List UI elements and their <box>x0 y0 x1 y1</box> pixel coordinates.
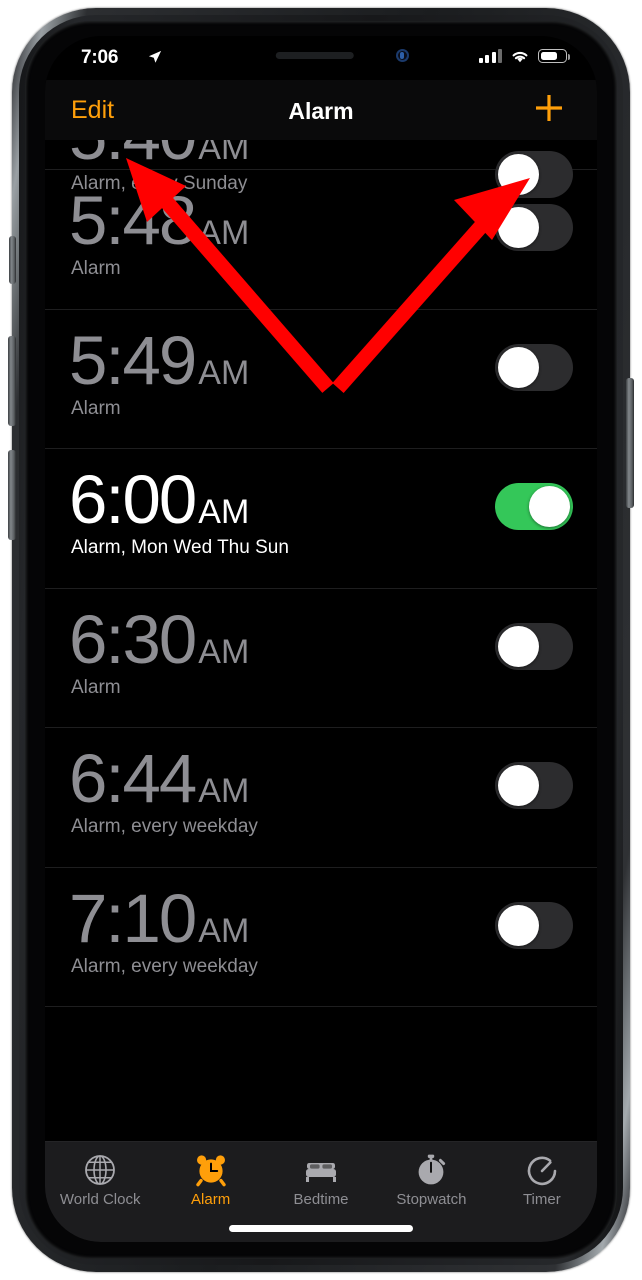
alarm-label: Alarm, every weekday <box>71 955 258 977</box>
alarm-list[interactable]: 5:40AM Alarm, every Sunday 5:48AM Alarm … <box>45 140 597 1142</box>
alarm-label: Alarm <box>71 258 121 279</box>
alarm-toggle[interactable] <box>495 762 573 809</box>
location-arrow-icon <box>148 50 162 63</box>
add-alarm-button[interactable] <box>529 86 569 130</box>
alarm-time: 5:48AM <box>69 182 250 259</box>
stopwatch-icon <box>413 1152 449 1188</box>
status-bar-indicators <box>478 48 570 64</box>
notch <box>205 36 437 76</box>
alarm-label: Alarm <box>71 397 121 419</box>
phone-screen: 7:06 Edit Alarm AM Alarm, every Sunday 5… <box>45 36 597 1242</box>
silent-switch[interactable] <box>9 236 16 284</box>
home-indicator[interactable] <box>229 1225 413 1232</box>
table-row[interactable]: 6:30AM Alarm <box>45 589 597 728</box>
tab-label: Bedtime <box>293 1191 349 1208</box>
toggle-knob <box>498 346 539 388</box>
front-camera <box>396 49 409 62</box>
alarm-time: 5:49AM <box>69 321 250 399</box>
table-row[interactable]: 5:40AM Alarm, every Sunday <box>45 140 597 198</box>
tab-timer[interactable]: Timer <box>487 1142 597 1242</box>
alarm-time: 6:00AM <box>69 461 250 538</box>
alarm-time: 5:40AM <box>69 140 250 170</box>
globe-icon <box>82 1152 118 1188</box>
timer-icon <box>524 1152 560 1188</box>
alarm-toggle[interactable] <box>495 204 573 251</box>
alarm-time: 6:30AM <box>69 600 250 678</box>
wifi-icon <box>512 51 528 63</box>
table-row[interactable]: 7:10AM Alarm, every weekday <box>45 868 597 1007</box>
battery-fill <box>540 51 557 61</box>
volume-up-button[interactable] <box>8 336 16 426</box>
table-row[interactable]: 5:48AM Alarm <box>45 170 597 310</box>
alarm-label: Alarm, every weekday <box>71 816 258 837</box>
table-row[interactable]: 6:44AM Alarm, every weekday <box>45 728 597 868</box>
battery-cap <box>567 54 570 60</box>
tab-label: Stopwatch <box>396 1191 467 1208</box>
tab-label: Timer <box>522 1191 561 1208</box>
toggle-knob <box>498 625 539 667</box>
alarm-toggle[interactable] <box>495 483 573 530</box>
alarm-time: 7:10AM <box>69 879 250 957</box>
tab-label: Alarm <box>191 1191 231 1208</box>
navigation-bar: Edit Alarm <box>45 80 597 140</box>
table-row[interactable]: 5:49AM Alarm <box>45 310 597 449</box>
alarm-toggle[interactable] <box>495 901 573 949</box>
alarm-label: Alarm, Mon Wed Thu Sun <box>71 537 289 558</box>
alarm-clock-icon <box>193 1152 229 1188</box>
page-title: Alarm <box>288 98 354 124</box>
alarm-toggle[interactable] <box>495 622 573 670</box>
tab-world-clock[interactable]: World Clock <box>45 1142 155 1242</box>
toggle-knob <box>529 486 570 527</box>
toggle-knob <box>498 765 539 806</box>
table-row[interactable]: 6:00AM Alarm, Mon Wed Thu Sun <box>45 449 597 589</box>
alarm-time: 6:44AM <box>69 740 250 817</box>
bed-icon <box>303 1152 339 1188</box>
alarm-label: Alarm <box>71 676 121 698</box>
alarm-toggle[interactable] <box>495 343 573 391</box>
volume-down-button[interactable] <box>8 450 16 540</box>
earpiece-speaker <box>275 52 354 59</box>
status-bar-clock: 7:06 <box>81 47 119 68</box>
toggle-knob <box>498 207 539 248</box>
battery-icon <box>538 49 570 63</box>
tab-label: World Clock <box>59 1191 141 1208</box>
toggle-knob <box>498 904 539 946</box>
cellular-signal-icon <box>478 49 502 63</box>
power-button[interactable] <box>626 378 634 508</box>
